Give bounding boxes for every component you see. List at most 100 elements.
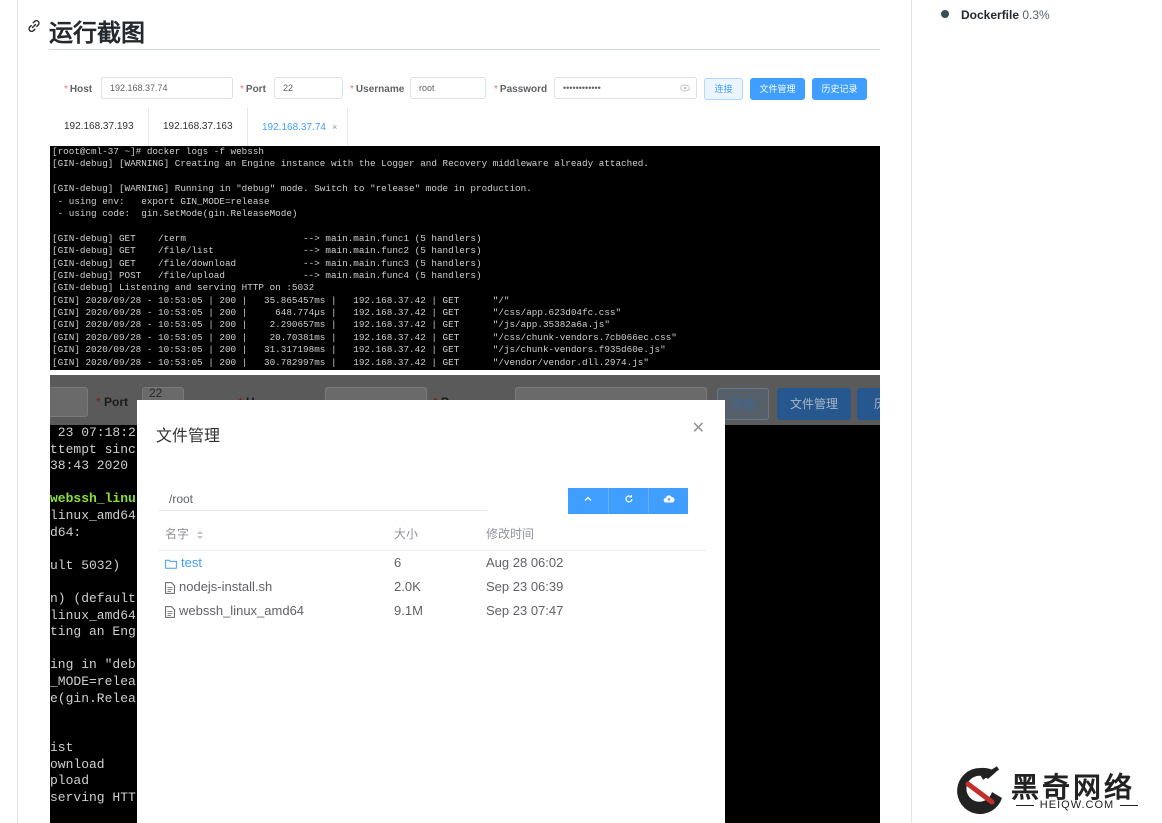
cloud-upload-icon <box>663 495 675 503</box>
terminal-line: ting an Eng <box>50 624 136 640</box>
dimmed-port-label: * Port <box>96 395 129 409</box>
file-toolbar <box>568 488 688 514</box>
terminal-line: [GIN-debug] POST /file/upload --> main.m… <box>52 269 482 281</box>
terminal-line: [GIN-debug] GET /term --> main.main.func… <box>52 232 482 244</box>
port-label: * Port <box>240 84 266 95</box>
column-header-modified: 修改时间 <box>486 527 535 541</box>
terminal-line: [GIN-debug] Listening and serving HTTP o… <box>52 282 315 294</box>
path-input[interactable]: /root <box>159 487 487 511</box>
table-row[interactable]: test 6 Aug 28 06:02 <box>159 551 707 575</box>
folder-icon <box>165 559 177 569</box>
document-icon <box>165 581 175 594</box>
table-row[interactable]: webssh_linux_amd64 9.1M Sep 23 07:47 <box>159 599 707 623</box>
dialog-title: 文件管理 <box>156 428 221 445</box>
terminal-line: 23 07:18:2 <box>50 425 136 440</box>
terminal-line: [GIN] 2020/09/28 - 10:53:05 | 200 | 648.… <box>52 307 622 319</box>
tab-host-3-label: 192.168.37.74 <box>262 122 326 133</box>
refresh-button[interactable] <box>608 488 648 514</box>
column-header-size: 大小 <box>394 527 419 541</box>
file-modified: Sep 23 07:47 <box>486 603 564 618</box>
terminal-line: ownload <box>50 756 105 772</box>
upload-button[interactable] <box>648 488 688 514</box>
tab-host-3[interactable]: 192.168.37.74 × <box>248 108 348 146</box>
terminal-output[interactable]: [root@cml-37 ~]# docker logs -f webssh [G… <box>50 146 880 370</box>
host-label: * Host <box>64 84 93 95</box>
file-name-cell[interactable]: test <box>165 551 202 575</box>
language-percent: 0.3% <box>1022 8 1050 22</box>
eye-icon[interactable] <box>680 84 690 92</box>
close-icon[interactable]: × <box>332 122 337 132</box>
terminal-line: n) (default <box>50 590 136 606</box>
language-color-dot <box>941 10 949 18</box>
connect-button[interactable]: 连接 <box>704 78 743 100</box>
terminal-line: - using env: export GIN_MODE=release <box>52 195 270 207</box>
username-label: * Username <box>350 84 405 95</box>
tab-host-1[interactable]: 192.168.37.193 <box>50 108 149 146</box>
history-button[interactable]: 历史记录 <box>812 78 867 100</box>
tab-host-2[interactable]: 192.168.37.163 <box>149 108 248 146</box>
left-border <box>17 0 18 823</box>
terminal-line: 38:43 2020 <box>50 458 129 474</box>
terminal-line: - using code: gin.SetMode(gin.ReleaseMod… <box>52 207 298 219</box>
terminal-line: ttempt sinc <box>50 441 136 457</box>
terminal-line: ist <box>50 740 74 756</box>
file-modified: Aug 28 06:02 <box>486 555 564 570</box>
table-row[interactable]: nodejs-install.sh 2.0K Sep 23 06:39 <box>159 575 707 599</box>
terminal-line: [GIN-debug] GET /file/download --> main.… <box>52 257 482 269</box>
terminal-line: [GIN] 2020/09/28 - 10:53:05 | 200 | 20.7… <box>52 331 677 343</box>
file-name: nodejs-install.sh <box>179 579 273 594</box>
file-size: 9.1M <box>394 603 423 618</box>
port-input[interactable]: 22 <box>274 77 343 99</box>
terminal-line: webssh_linu <box>50 491 136 507</box>
file-manager-dialog: 文件管理 ✕ /root 名字 大小 修改时间 test 6 Aug 28 06:0… <box>137 400 725 823</box>
terminal-line: _MODE=relea <box>50 673 136 689</box>
file-manager-button[interactable]: 文件管理 <box>750 78 805 100</box>
file-name-cell[interactable]: nodejs-install.sh <box>165 575 272 599</box>
file-name-cell[interactable]: webssh_linux_amd64 <box>165 599 304 623</box>
host-input[interactable]: 192.168.37.74 <box>101 77 233 99</box>
screenshot-terminal: * Host 192.168.37.74 * Port 22 * Username r… <box>50 64 880 370</box>
sort-icon[interactable] <box>196 530 204 540</box>
refresh-icon <box>624 494 633 503</box>
dimmed-terminal-output: 23 07:18:2 ttempt sinc 38:43 2020 webssh_li… <box>50 425 138 823</box>
terminal-line: [GIN-debug] GET /file/list --> main.main… <box>52 245 482 257</box>
terminal-line: [GIN] 2020/09/28 - 10:53:05 | 200 | 31.3… <box>52 344 666 356</box>
link-anchor-icon[interactable] <box>26 18 42 34</box>
terminal-line: ing in "deb <box>50 657 136 673</box>
terminal-line: [root@cml-37 ~]# docker logs -f webssh <box>52 146 265 157</box>
file-size: 6 <box>394 555 402 570</box>
terminal-line: linux_amd64 <box>50 607 136 623</box>
terminal-line: pload <box>50 773 90 789</box>
connection-form: * Host 192.168.37.74 * Port 22 * Username r… <box>50 64 880 112</box>
language-stat[interactable]: Dockerfile 0.3% <box>961 8 1050 22</box>
username-input[interactable]: root <box>410 77 486 99</box>
terminal-line: [GIN] 2020/09/28 - 10:53:05 | 200 | 35.8… <box>52 294 510 306</box>
terminal-line: [GIN-debug] [WARNING] Running in "debug"… <box>52 183 532 195</box>
dimmed-host-input <box>50 387 88 417</box>
password-label: * Password <box>494 84 548 95</box>
close-icon[interactable]: ✕ <box>692 418 705 438</box>
section-heading: 运行截图 <box>49 20 145 47</box>
dimmed-file-manager-button: 文件管理 <box>777 388 851 420</box>
chevron-up-icon <box>584 496 592 501</box>
column-header-name[interactable]: 名字 <box>165 518 204 550</box>
file-name: test <box>181 555 202 570</box>
password-input[interactable]: •••••••••••• <box>554 77 697 99</box>
terminal-line: d64: <box>50 524 82 540</box>
dimmed-history-button: 历 <box>857 388 880 420</box>
terminal-line: [GIN-debug] [WARNING] Creating an Engine… <box>52 158 649 170</box>
document-icon <box>165 605 175 618</box>
terminal-line: e(gin.Relea <box>50 690 136 706</box>
sidebar-divider <box>911 0 912 823</box>
parent-dir-button[interactable] <box>568 488 608 514</box>
file-modified: Sep 23 06:39 <box>486 579 564 594</box>
terminal-line: serving HTT <box>50 790 136 806</box>
